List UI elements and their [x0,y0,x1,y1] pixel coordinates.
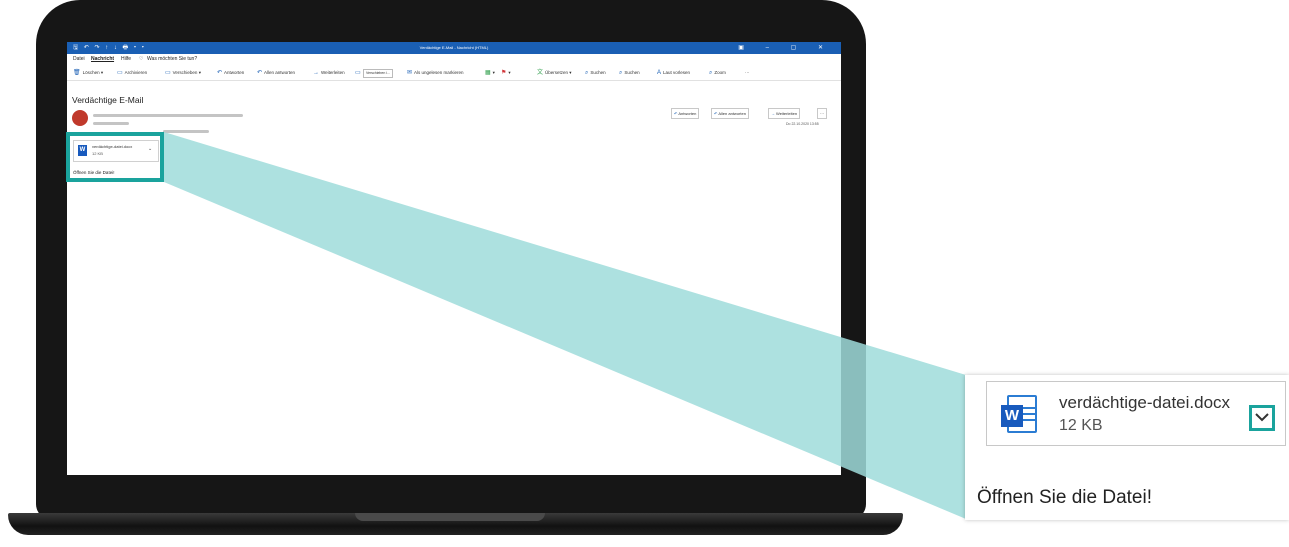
attachment-size-zoomed: 12 KB [1059,417,1103,434]
zoom-callout: W verdächtige-datei.docx 12 KB Öffnen Si… [965,375,1289,520]
word-doc-icon: W [1001,395,1037,435]
attachment-name-zoomed: verdächtige-datei.docx [1059,393,1231,412]
beam-shape [164,132,966,519]
chevron-down-glyph [1255,413,1269,422]
highlight-box [66,132,164,182]
message-body-zoomed: Öffnen Sie die Datei! [977,487,1152,508]
word-letter-badge: W [1001,405,1023,427]
attachment-card-zoomed[interactable]: W verdächtige-datei.docx 12 KB [986,381,1286,446]
chevron-down-icon[interactable] [1249,405,1275,431]
